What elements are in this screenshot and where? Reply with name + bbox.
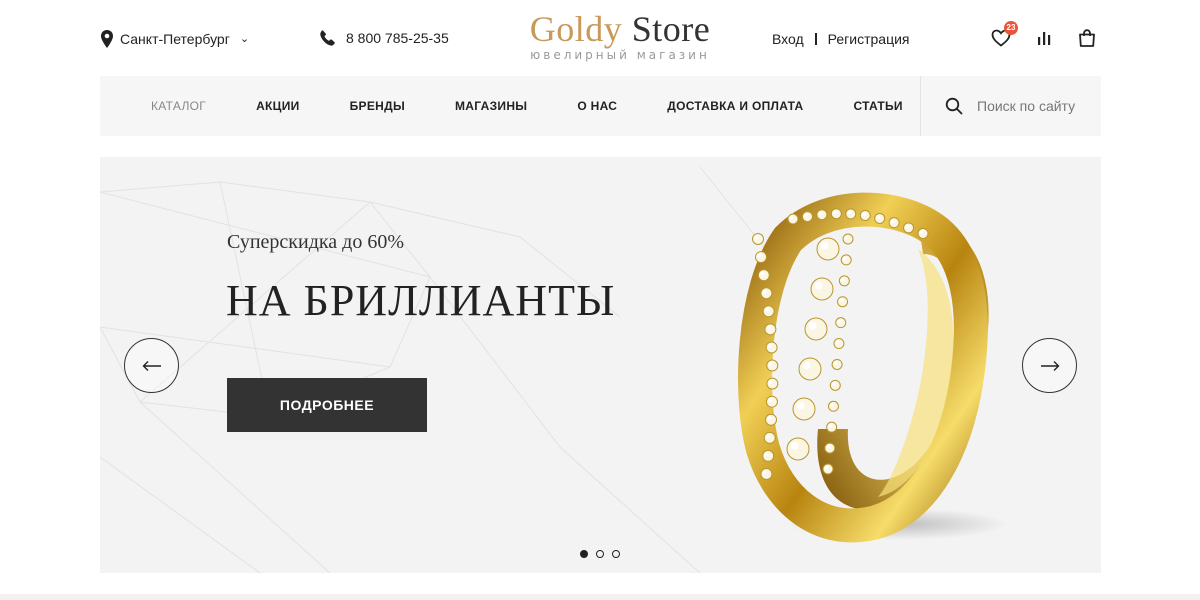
main-navigation: КАТАЛОГ АКЦИИ БРЕНДЫ МАГАЗИНЫ О НАС ДОСТ…: [100, 76, 1101, 136]
register-link[interactable]: Регистрация: [828, 31, 910, 47]
page-bottom-edge: [0, 594, 1200, 600]
shopping-bag-icon: [1079, 29, 1095, 47]
slider-dot-2[interactable]: [596, 550, 604, 558]
auth-links: Вход Регистрация: [772, 31, 910, 47]
wishlist-button[interactable]: 23: [990, 21, 1018, 49]
logo-part-goldy: Goldy: [529, 9, 623, 49]
login-link[interactable]: Вход: [772, 31, 804, 47]
logo-subtitle: ювелирный магазин: [530, 48, 710, 62]
logo-title: Goldy Store: [520, 8, 720, 50]
phone-icon: [320, 30, 335, 46]
nav-item-catalog[interactable]: КАТАЛОГ: [151, 99, 206, 113]
slider-prev-button[interactable]: [124, 338, 179, 393]
phone-number[interactable]: 8 800 785-25-35: [320, 30, 449, 46]
slider-next-button[interactable]: [1022, 338, 1077, 393]
wishlist-count-badge: 23: [1004, 21, 1018, 35]
slide-subtitle: Суперскидка до 60%: [227, 231, 405, 253]
chevron-down-icon: ⌄: [239, 32, 250, 45]
nav-item-delivery[interactable]: ДОСТАВКА И ОПЛАТА: [667, 99, 803, 113]
logo-part-store: Store: [631, 9, 711, 49]
city-label: Санкт-Петербург: [120, 31, 230, 47]
logo[interactable]: Goldy Store ювелирный магазин: [520, 8, 720, 62]
slider-dot-3[interactable]: [612, 550, 620, 558]
chart-icon: [1038, 32, 1051, 45]
diamond-ring-image: [738, 192, 1008, 543]
auth-divider: [814, 33, 817, 45]
hero-slider: Суперскидка до 60% НА БРИЛЛИАНТЫ ПОДРОБН…: [100, 157, 1101, 573]
site-search: [920, 76, 1101, 136]
slider-dot-1[interactable]: [580, 550, 588, 558]
header-actions: 23: [990, 21, 1098, 49]
slider-pagination: [580, 550, 620, 558]
compare-button[interactable]: [1033, 27, 1055, 49]
arrow-left-icon: [142, 360, 161, 371]
arrow-right-icon: [1040, 360, 1059, 371]
city-selector[interactable]: Санкт-Петербург ⌄: [100, 30, 249, 48]
header: Санкт-Петербург ⌄ 8 800 785-25-35 Goldy …: [0, 0, 1200, 76]
location-pin-icon: [101, 30, 113, 48]
search-icon[interactable]: [945, 97, 963, 115]
nav-item-about[interactable]: О НАС: [577, 99, 617, 113]
nav-menu: КАТАЛОГ АКЦИИ БРЕНДЫ МАГАЗИНЫ О НАС ДОСТ…: [100, 76, 953, 136]
nav-item-promotions[interactable]: АКЦИИ: [256, 99, 300, 113]
phone-label: 8 800 785-25-35: [346, 30, 449, 46]
search-input[interactable]: [977, 98, 1092, 114]
more-details-button[interactable]: ПОДРОБНЕЕ: [227, 378, 427, 432]
nav-item-articles[interactable]: СТАТЬИ: [853, 99, 902, 113]
nav-item-stores[interactable]: МАГАЗИНЫ: [455, 99, 527, 113]
cart-button[interactable]: [1076, 27, 1098, 49]
slide-title: НА БРИЛЛИАНТЫ: [226, 276, 616, 325]
nav-item-brands[interactable]: БРЕНДЫ: [350, 99, 405, 113]
